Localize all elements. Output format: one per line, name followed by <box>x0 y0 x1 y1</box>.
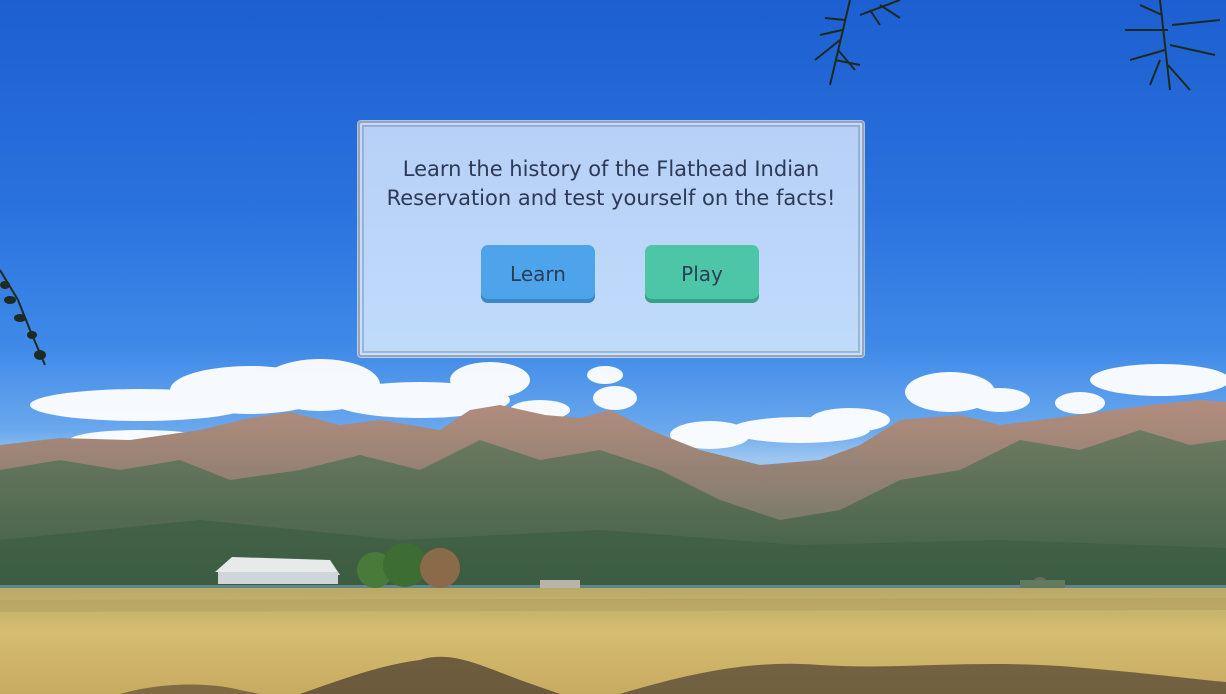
intro-dialog-panel: Learn the history of the Flathead Indian… <box>363 126 859 352</box>
play-button[interactable]: Play <box>645 245 759 303</box>
landing-screen: Learn the history of the Flathead Indian… <box>0 0 1226 694</box>
learn-button[interactable]: Learn <box>481 245 595 303</box>
pine-branches <box>814 0 1221 91</box>
intro-dialog: Learn the history of the Flathead Indian… <box>358 121 864 357</box>
tagline-text: Learn the history of the Flathead Indian… <box>386 157 836 210</box>
leaf-branch <box>0 269 46 366</box>
